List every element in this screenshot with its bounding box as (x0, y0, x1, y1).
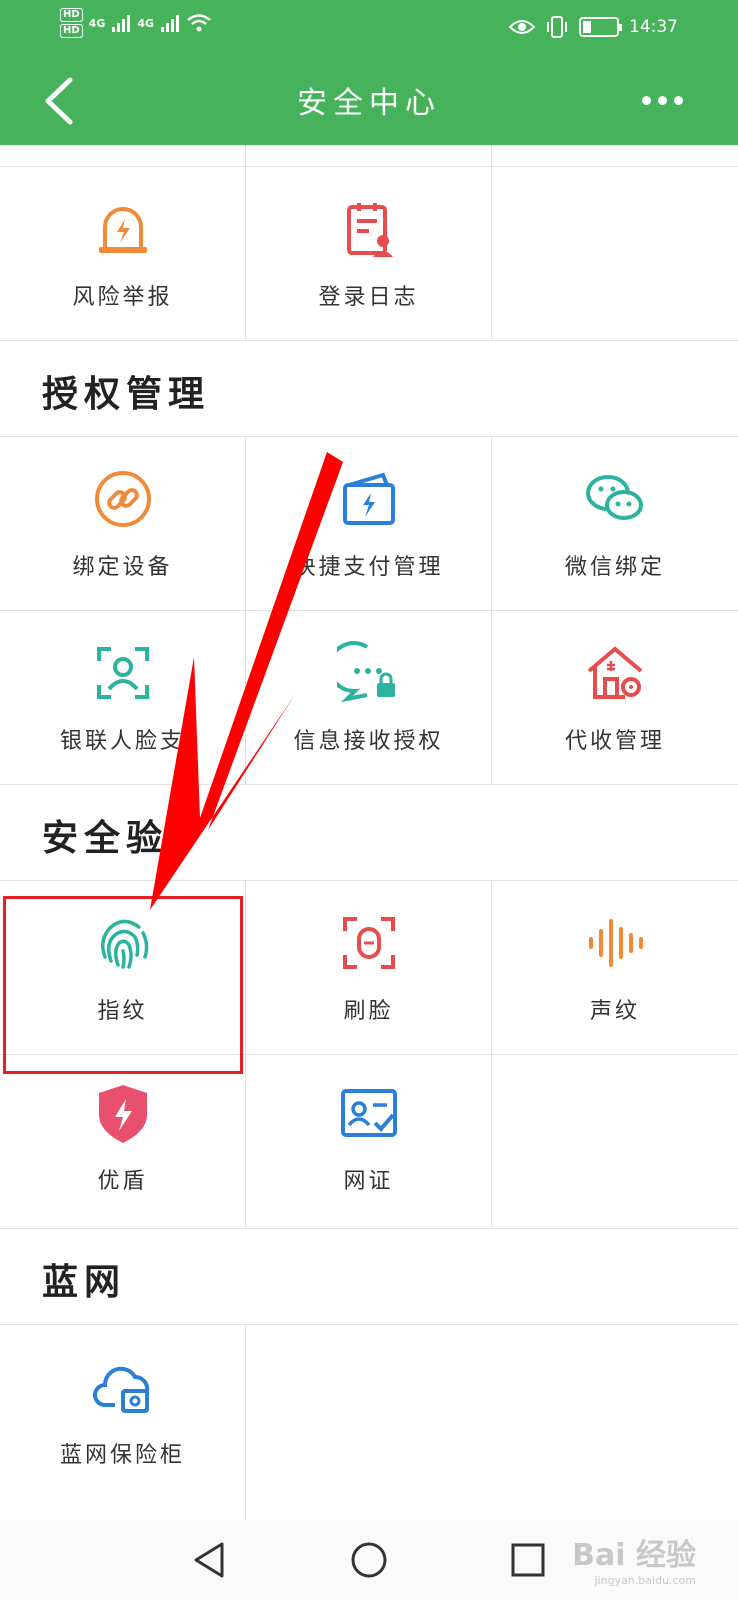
nav-home-icon[interactable] (349, 1540, 389, 1580)
watermark-domain: jingyan.baidu.com (594, 1574, 696, 1587)
baidu-watermark: Bai 经验 jingyan.baidu.com (572, 1530, 696, 1587)
nav-back-icon[interactable] (190, 1540, 230, 1580)
nav-recents-icon[interactable] (508, 1540, 548, 1580)
watermark-brand: Bai 经验 (572, 1538, 696, 1573)
annotation-arrow (150, 452, 343, 910)
